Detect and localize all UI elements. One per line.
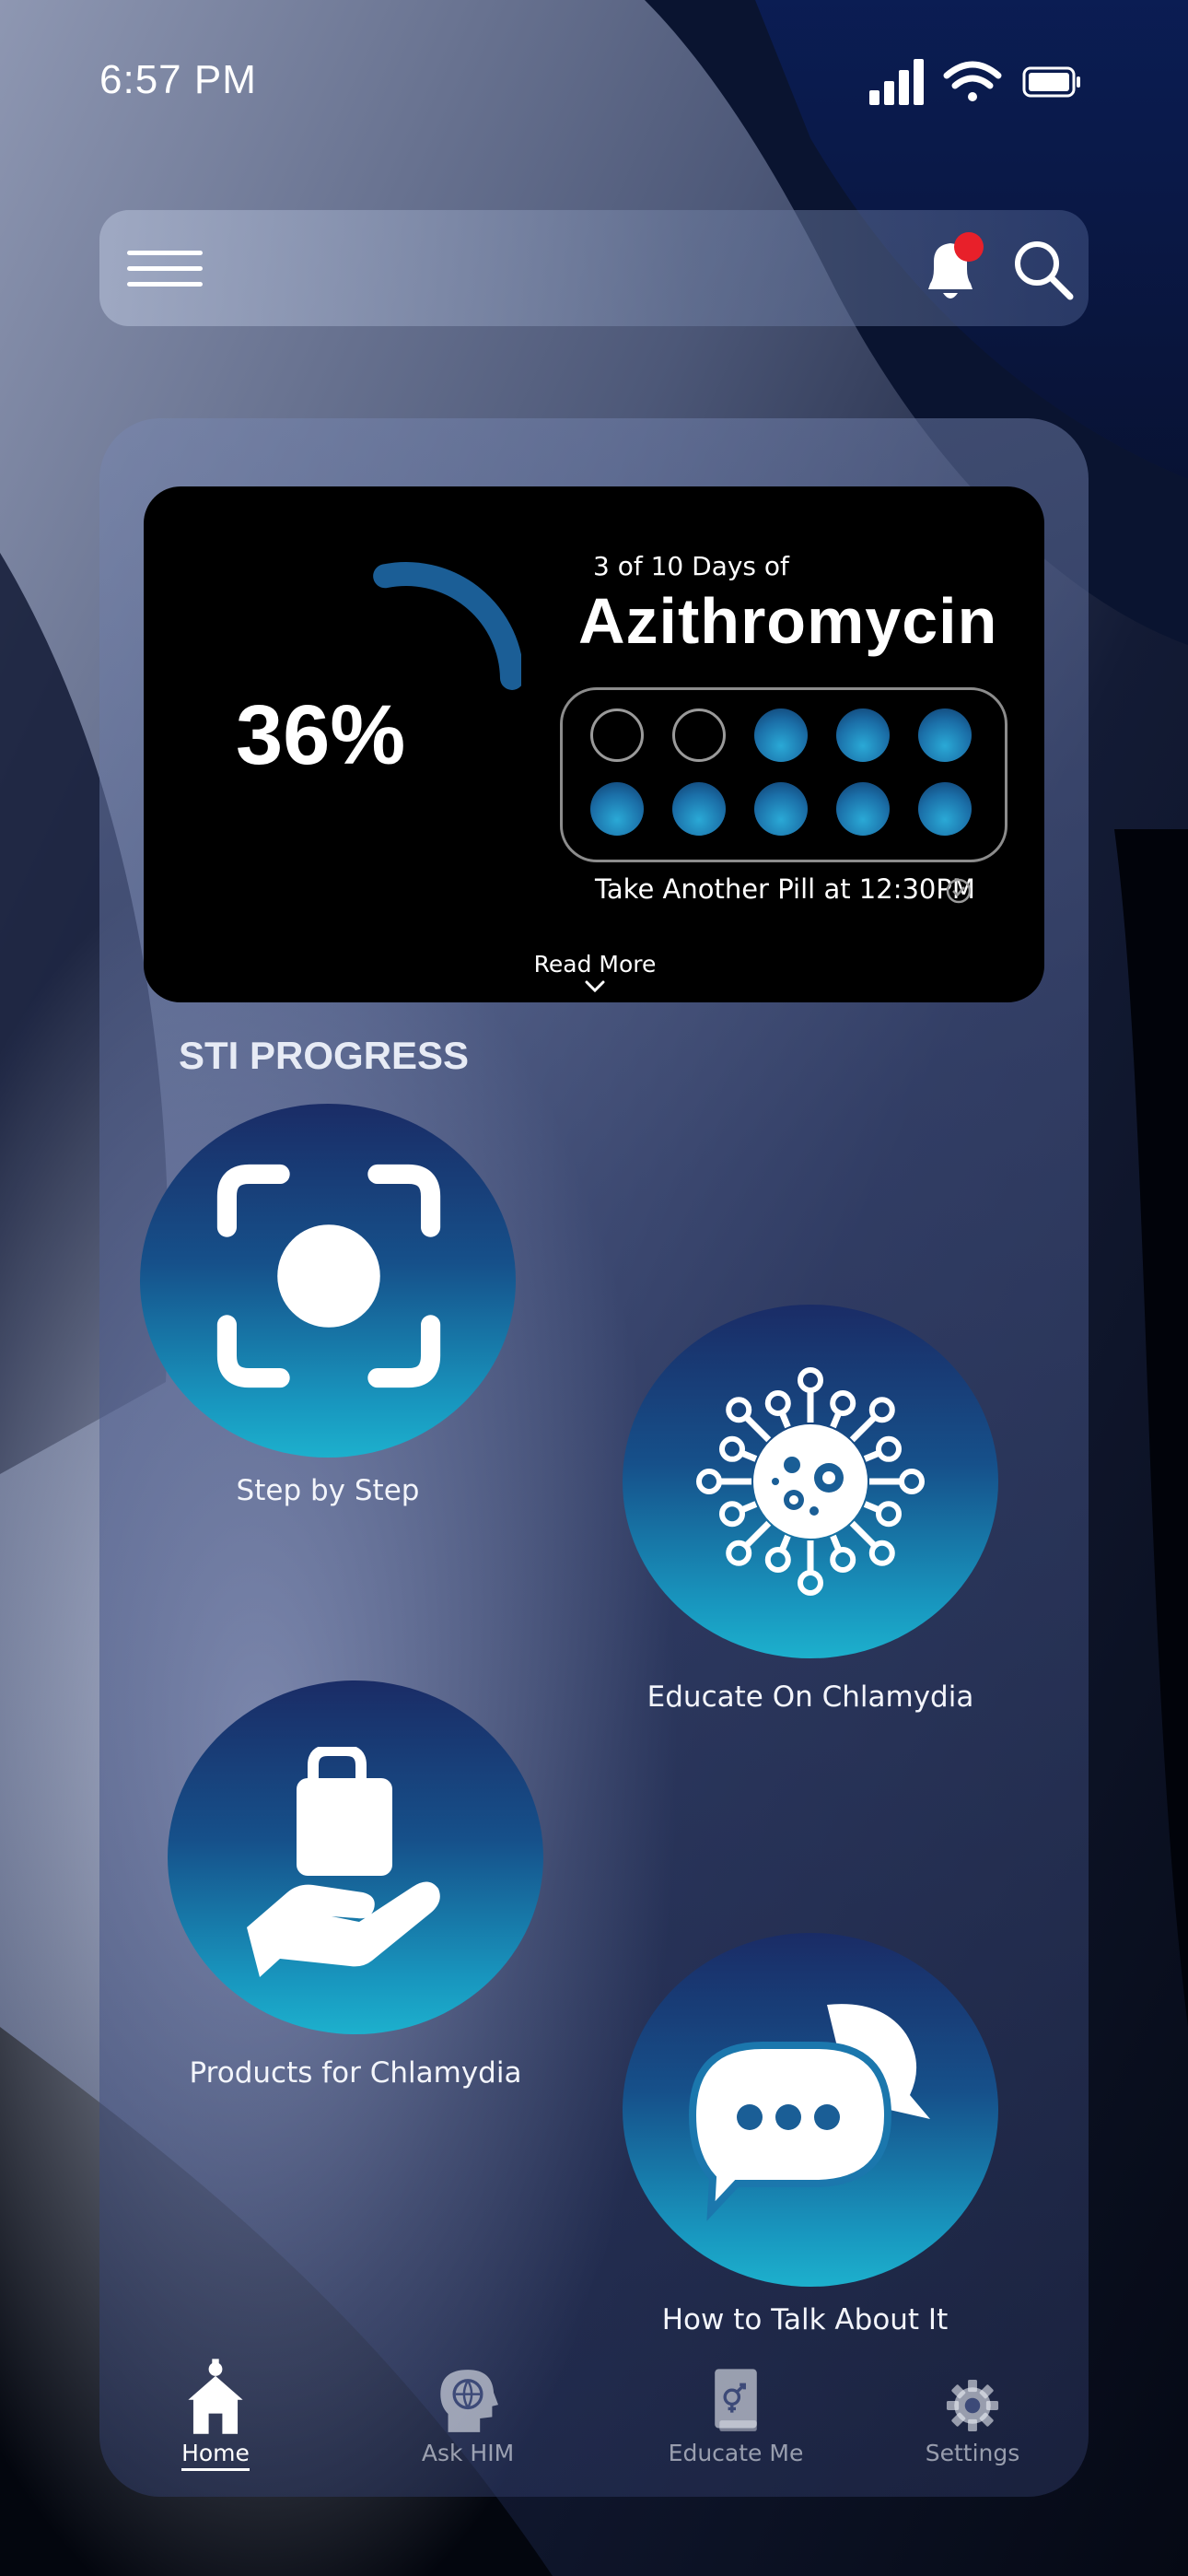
nav-label-home: Home <box>181 2440 250 2471</box>
head-globe-icon <box>440 2370 498 2432</box>
nav-label-educate-me: Educate Me <box>668 2440 804 2466</box>
notification-bell-icon[interactable] <box>917 232 987 306</box>
pill-remaining <box>672 782 726 836</box>
next-pill-text: Take Another Pill at 12:30PM <box>595 873 975 905</box>
educate-on-chlamydia-button[interactable] <box>623 1305 998 1658</box>
drug-name: Azithromycin <box>578 585 998 657</box>
virus-icon <box>696 1367 925 1596</box>
medication-card[interactable]: 36% 3 of 10 Days of Azithromycin Take An… <box>144 486 1044 1002</box>
tile-label: Educate On Chlamydia <box>646 1680 974 1714</box>
pill-remaining <box>754 708 808 762</box>
products-for-chlamydia-button[interactable] <box>168 1680 543 2034</box>
hamburger-menu-icon[interactable] <box>127 251 203 287</box>
chevron-down-icon[interactable] <box>584 980 606 993</box>
tile-label: How to Talk About It <box>661 2303 949 2336</box>
chat-bubbles-icon <box>689 2004 930 2221</box>
gear-icon <box>946 2379 999 2432</box>
top-bar <box>99 210 1089 326</box>
pill-taken <box>590 708 644 762</box>
status-icons <box>869 59 1080 105</box>
home-icon <box>188 2359 243 2434</box>
notification-dot <box>954 232 984 262</box>
signal-icon <box>869 59 924 105</box>
battery-icon <box>1022 66 1080 98</box>
hand-bag-icon <box>247 1747 440 1977</box>
status-time: 6:57 PM <box>99 57 257 102</box>
pill-remaining <box>754 782 808 836</box>
how-to-talk-about-it-button[interactable] <box>623 1933 998 2287</box>
days-label: 3 of 10 Days of <box>593 551 789 581</box>
nav-label-settings: Settings <box>925 2440 1020 2466</box>
nav-settings[interactable]: Settings <box>890 2359 1055 2466</box>
check-circle-icon <box>946 878 972 904</box>
scan-icon <box>216 1164 441 1388</box>
read-more-link[interactable]: Read More <box>512 951 678 978</box>
tile-label: Products for Chlamydia <box>189 2056 522 2090</box>
nav-label-ask-him: Ask HIM <box>421 2440 515 2466</box>
search-icon[interactable] <box>1011 238 1076 302</box>
section-title: STI PROGRESS <box>179 1034 470 1077</box>
nav-ask-him[interactable]: Ask HIM <box>385 2359 551 2466</box>
nav-home[interactable]: Home <box>133 2359 298 2471</box>
tile-label: Step by Step <box>236 1474 420 1507</box>
progress-percent: 36% <box>236 688 406 782</box>
nav-educate-me[interactable]: Educate Me <box>653 2359 819 2466</box>
pill-remaining <box>836 708 890 762</box>
pill-remaining <box>918 782 972 836</box>
step-by-step-button[interactable] <box>140 1104 516 1458</box>
wifi-icon <box>943 61 1002 101</box>
pill-tracker <box>560 687 1007 862</box>
pill-remaining <box>590 782 644 836</box>
book-icon <box>715 2369 757 2431</box>
pill-remaining <box>836 782 890 836</box>
pill-remaining <box>918 708 972 762</box>
pill-taken <box>672 708 726 762</box>
